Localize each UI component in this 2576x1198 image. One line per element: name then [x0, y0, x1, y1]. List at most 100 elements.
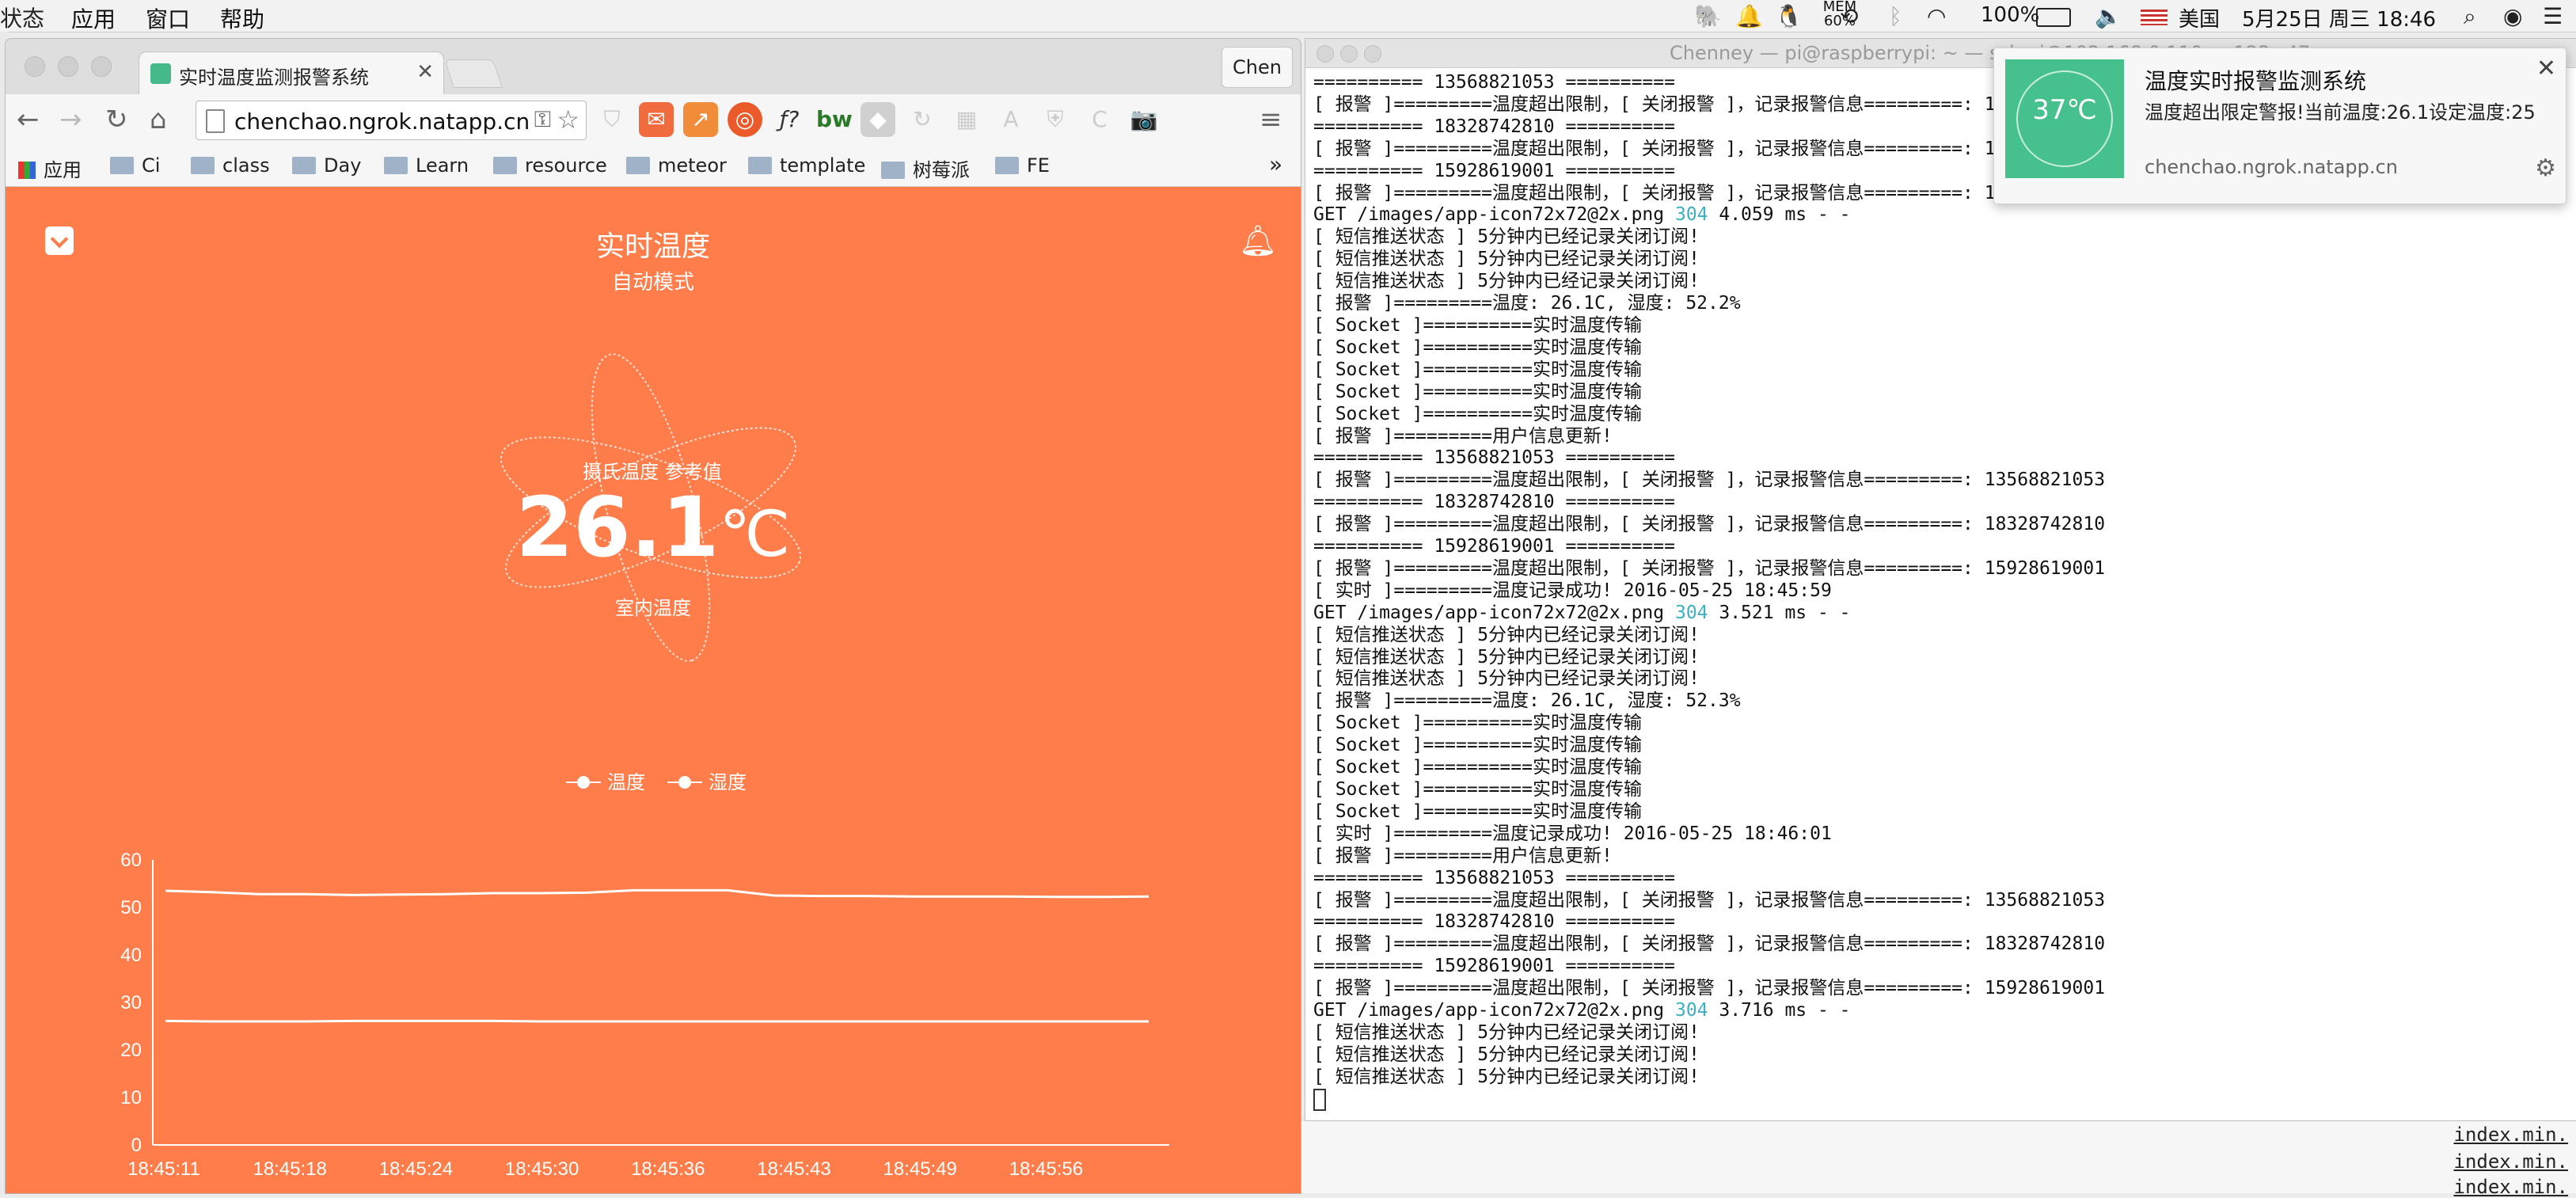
chrome-menu-icon[interactable]: ≡ — [1260, 104, 1282, 135]
volume-icon[interactable]: 🔈 — [2095, 3, 2122, 29]
menu-item-help[interactable]: 帮助 — [220, 2, 264, 34]
close-window-button[interactable] — [1316, 45, 1334, 63]
file-link[interactable]: index.min. — [2454, 1150, 2569, 1173]
grid-extension-icon[interactable]: ▦ — [949, 102, 984, 137]
new-tab-button[interactable] — [444, 59, 503, 88]
y-tick-label: 60 — [120, 850, 142, 871]
url-text: chenchao.ngrok.natapp.cn — [234, 108, 530, 135]
forward-icon[interactable]: → — [59, 104, 82, 135]
close-tab-icon[interactable]: ✕ — [416, 60, 434, 84]
file-link[interactable]: index.min. — [2454, 1176, 2569, 1198]
file-link[interactable]: index.min. — [2454, 1124, 2569, 1146]
terminal-line: [ 短信推送状态 ] 5分钟内已经记录关闭订阅! — [1313, 1021, 1700, 1043]
menu-item-app[interactable]: 应用 — [71, 2, 116, 34]
bookmark-label: FE — [1027, 154, 1050, 177]
notification-bell-icon[interactable]: 🔔 — [1735, 3, 1763, 29]
notification-center-icon[interactable]: ☰ — [2543, 3, 2563, 29]
bookmark-folder-template[interactable]: template — [748, 154, 865, 177]
minimize-window-button[interactable] — [58, 56, 78, 77]
refresh-extension-icon[interactable]: ↻ — [905, 102, 940, 137]
battery-icon[interactable] — [2036, 8, 2071, 27]
bluetooth-icon[interactable]: ᛒ — [1889, 3, 1902, 29]
lifebuoy-extension-icon[interactable]: ◎ — [728, 102, 762, 137]
x-tick-label: 18:45:11 — [127, 1158, 200, 1177]
terminal-output[interactable]: ========== 13568821053 ==========[ 报警 ]=… — [1313, 72, 2572, 1114]
zoom-window-button[interactable] — [91, 56, 112, 77]
key-icon[interactable]: ⚿ — [534, 106, 551, 133]
notification-source: chenchao.ngrok.natapp.cn — [2145, 156, 2398, 178]
home-icon[interactable]: ⌂ — [150, 104, 167, 135]
minimize-window-button[interactable] — [1340, 45, 1358, 63]
security-extension-icon[interactable]: ⛨ — [1038, 102, 1073, 137]
terminal-line: [ 实时 ]=========温度记录成功! 2016-05-25 18:46:… — [1313, 823, 1832, 844]
angular-extension-icon[interactable]: A — [994, 102, 1028, 137]
bell-icon[interactable]: 🔔︎ — [1239, 223, 1277, 259]
menu-item-status-label: 状态 — [0, 6, 45, 32]
history-icon[interactable]: ⟲ — [1840, 3, 1858, 29]
terminal-prompt[interactable] — [1313, 1088, 2572, 1114]
temperature-unit: ℃ — [719, 497, 791, 571]
bookmark-folder-class[interactable]: class — [191, 154, 270, 177]
shield-extension-icon[interactable]: ⛉ — [595, 102, 629, 137]
terminal-line: [ Socket ]==========实时温度传输 — [1313, 381, 1642, 402]
bookmark-apps[interactable]: 应用 — [18, 154, 82, 182]
back-icon[interactable]: ← — [17, 104, 40, 135]
mode-label[interactable]: 自动模式 — [6, 266, 1301, 295]
folder-icon — [493, 157, 517, 174]
app-notification-icon: 37℃ — [2005, 59, 2124, 178]
c-extension-icon[interactable]: C — [1082, 102, 1117, 137]
legend-temperature[interactable]: 温度 — [566, 766, 645, 794]
bookmark-folder-meteor[interactable]: meteor — [626, 154, 727, 177]
bookmark-folder-ci[interactable]: Ci — [110, 154, 160, 177]
address-bar[interactable]: chenchao.ngrok.natapp.cn ⚿ ☆ — [196, 101, 587, 140]
bookmark-folder-fe[interactable]: FE — [995, 154, 1050, 177]
text-cursor — [1313, 1088, 1326, 1111]
input-source[interactable]: 美国 — [2179, 3, 2220, 32]
chart-extension-icon[interactable]: ↗ — [683, 102, 718, 137]
close-notification-icon[interactable]: ✕ — [2536, 55, 2556, 82]
us-flag-icon — [2141, 10, 2168, 25]
reload-icon[interactable]: ↻ — [105, 104, 128, 135]
puzzle-extension-icon[interactable]: ◆ — [861, 102, 895, 137]
browser-tab[interactable]: 实时温度监测报警系统 ✕ — [139, 51, 444, 95]
bookmark-folder-resource[interactable]: resource — [493, 154, 607, 177]
qq-icon[interactable]: 🐧 — [1775, 3, 1803, 29]
background-editor-window: index.min. index.min. index.min. — [1298, 1120, 2576, 1198]
folder-icon — [384, 157, 408, 174]
terminal-line: [ 短信推送状态 ] 5分钟内已经记录关闭订阅! — [1313, 1066, 1700, 1087]
rss-extension-icon[interactable]: ✉ — [639, 102, 674, 137]
close-window-button[interactable] — [25, 56, 45, 77]
siri-icon[interactable]: ◉ — [2503, 3, 2522, 29]
spotlight-search-icon[interactable]: ⌕ — [2464, 3, 2476, 30]
menu-bar: 状态 应用 窗口 帮助 🐘 🔔 🐧 MEM 60% ⟲ ᛒ ◠ 100% 🔈 美… — [0, 0, 2576, 32]
bookmark-star-icon[interactable]: ☆ — [557, 105, 579, 135]
notification-body: 温度超出限定警报!当前温度:26.1设定温度:25 — [2145, 101, 2536, 124]
formula-extension-icon[interactable]: ƒ? — [772, 102, 807, 137]
bookmark-folder-raspberry-pi[interactable]: 树莓派 — [881, 154, 970, 182]
menu-item-window[interactable]: 窗口 — [146, 2, 190, 34]
menu-item-status[interactable]: 状态 — [0, 2, 44, 33]
legend-humidity[interactable]: 湿度 — [667, 766, 747, 794]
bookmark-folder-learn[interactable]: Learn — [384, 154, 469, 177]
profile-button[interactable]: Chen — [1222, 47, 1293, 88]
series-line-湿度 — [165, 888, 1149, 899]
settings-gear-icon[interactable]: ⚙ — [2535, 154, 2556, 182]
zoom-window-button[interactable] — [1364, 45, 1381, 63]
x-tick-label: 18:45:49 — [883, 1158, 956, 1177]
apps-grid-icon — [18, 162, 36, 179]
terminal-line: [ Socket ]==========实时温度传输 — [1313, 779, 1642, 800]
wifi-icon[interactable]: ◠ — [1927, 3, 1946, 29]
bookmarks-overflow-icon[interactable]: » — [1269, 151, 1282, 177]
status-code: 304 — [1674, 1000, 1708, 1021]
indoor-temperature-label: 室内温度 — [615, 597, 691, 619]
temperature-value: 26.1 — [515, 479, 720, 576]
chart-legend: 温度 湿度 — [6, 766, 1301, 798]
evernote-icon[interactable]: 🐘 — [1694, 3, 1722, 29]
camera-extension-icon[interactable]: 📷 — [1127, 102, 1161, 137]
terminal-line: [ 短信推送状态 ] 5分钟内已经记录关闭订阅! — [1313, 624, 1700, 645]
bookmark-folder-day[interactable]: Day — [292, 154, 361, 177]
temperature-humidity-chart: 0 10 20 30 40 50 60 18:45:11 18:45:18 18:45:24 18:… — [120, 850, 1169, 1177]
clock[interactable]: 5月25日 周三 18:46 — [2242, 3, 2436, 32]
notification-popup[interactable]: 37℃ 温度实时报警监测系统 温度超出限定警报!当前温度:26.1设定温度:25… — [1993, 48, 2567, 204]
bw-extension-icon[interactable]: bw — [816, 102, 853, 137]
